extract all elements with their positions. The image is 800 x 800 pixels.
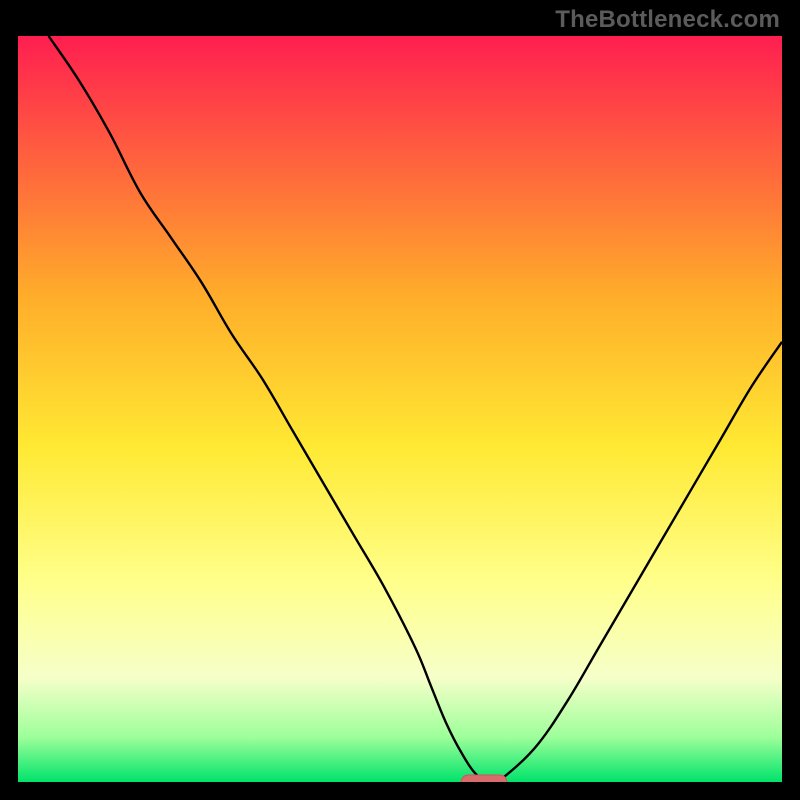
watermark-text: TheBottleneck.com — [555, 6, 780, 34]
chart-area — [18, 36, 782, 782]
optimal-marker — [461, 775, 507, 782]
gradient-background — [18, 36, 782, 782]
chart-svg — [18, 36, 782, 782]
